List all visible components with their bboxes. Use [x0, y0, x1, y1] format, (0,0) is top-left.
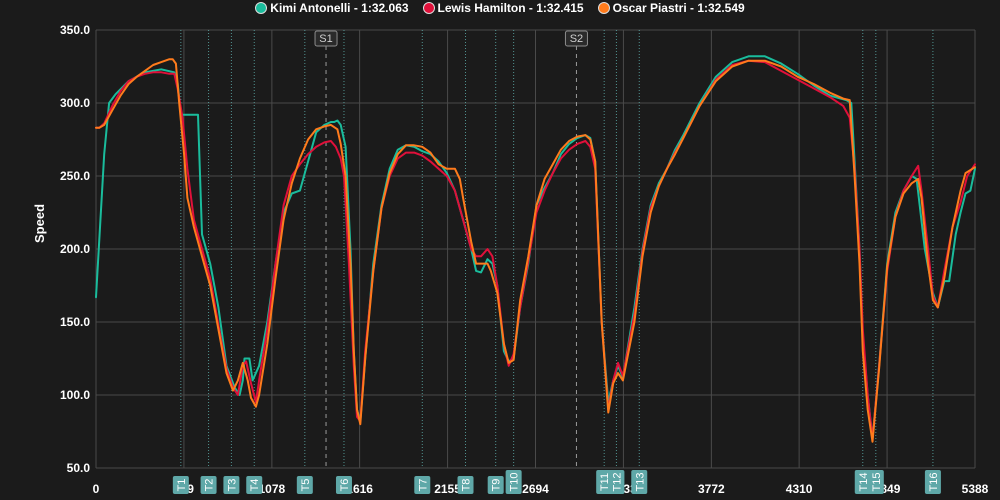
turn-badge: T8: [457, 476, 474, 494]
turn-badge: T2: [200, 476, 217, 494]
turn-badge: T1: [172, 476, 189, 494]
turn-badge-text: T3: [226, 479, 238, 492]
turn-badge: T10: [505, 470, 522, 494]
x-tick-label: 4310: [786, 482, 813, 496]
turn-badge-text: T7: [417, 479, 429, 492]
y-tick-label: 150.0: [60, 315, 90, 329]
y-tick-label: 350.0: [60, 23, 90, 37]
sector-label: S1: [314, 30, 338, 47]
y-tick-label: 50.0: [67, 461, 91, 475]
turn-badge-text: T5: [300, 479, 312, 492]
y-tick-label: 250.0: [60, 169, 90, 183]
x-tick-label: 2694: [522, 482, 549, 496]
y-tick-label: 200.0: [60, 242, 90, 256]
turn-badge: T6: [335, 476, 352, 494]
y-tick-label: 300.0: [60, 96, 90, 110]
turn-badge-text: T4: [249, 479, 261, 492]
x-tick-label: 3772: [698, 482, 725, 496]
turn-badge: T4: [246, 476, 263, 494]
x-tick-label: 5388: [962, 482, 989, 496]
turn-badge: T5: [296, 476, 313, 494]
turn-badge-text: T12: [611, 473, 623, 492]
x-tick-label: 2155: [434, 482, 461, 496]
sector-label-text: S1: [319, 33, 332, 45]
turn-badge: T13: [631, 470, 648, 494]
x-tick-label: 0: [93, 482, 100, 496]
y-tick-label: 100.0: [60, 388, 90, 402]
turn-badge-text: T8: [461, 479, 473, 492]
turn-badge: T16: [924, 470, 941, 494]
turn-badge: T12: [608, 470, 625, 494]
turn-badge-text: T13: [634, 473, 646, 492]
turn-badge-text: T9: [491, 479, 503, 492]
turn-badge: T9: [487, 476, 504, 494]
turn-badge-text: T16: [928, 473, 940, 492]
turn-badge-text: T1: [176, 479, 188, 492]
speed-chart: Kimi Antonelli - 1:32.063 Lewis Hamilton…: [0, 0, 1000, 500]
x-tick-label: 1078: [259, 482, 286, 496]
turn-badge-text: T2: [204, 479, 216, 492]
turn-badge: T3: [223, 476, 240, 494]
sector-label-text: S2: [570, 33, 583, 45]
sector-label: S2: [564, 30, 588, 47]
turn-badge: T15: [867, 470, 884, 494]
turn-badge-text: T6: [339, 479, 351, 492]
turn-badge-text: T15: [871, 473, 883, 492]
plot-area: 50.0 100.0 150.0 200.0 250.0 300.0 350.0 S1 S2 0 5…: [60, 23, 989, 496]
turn-badge: T7: [414, 476, 431, 494]
turn-badge-text: T10: [509, 473, 521, 492]
